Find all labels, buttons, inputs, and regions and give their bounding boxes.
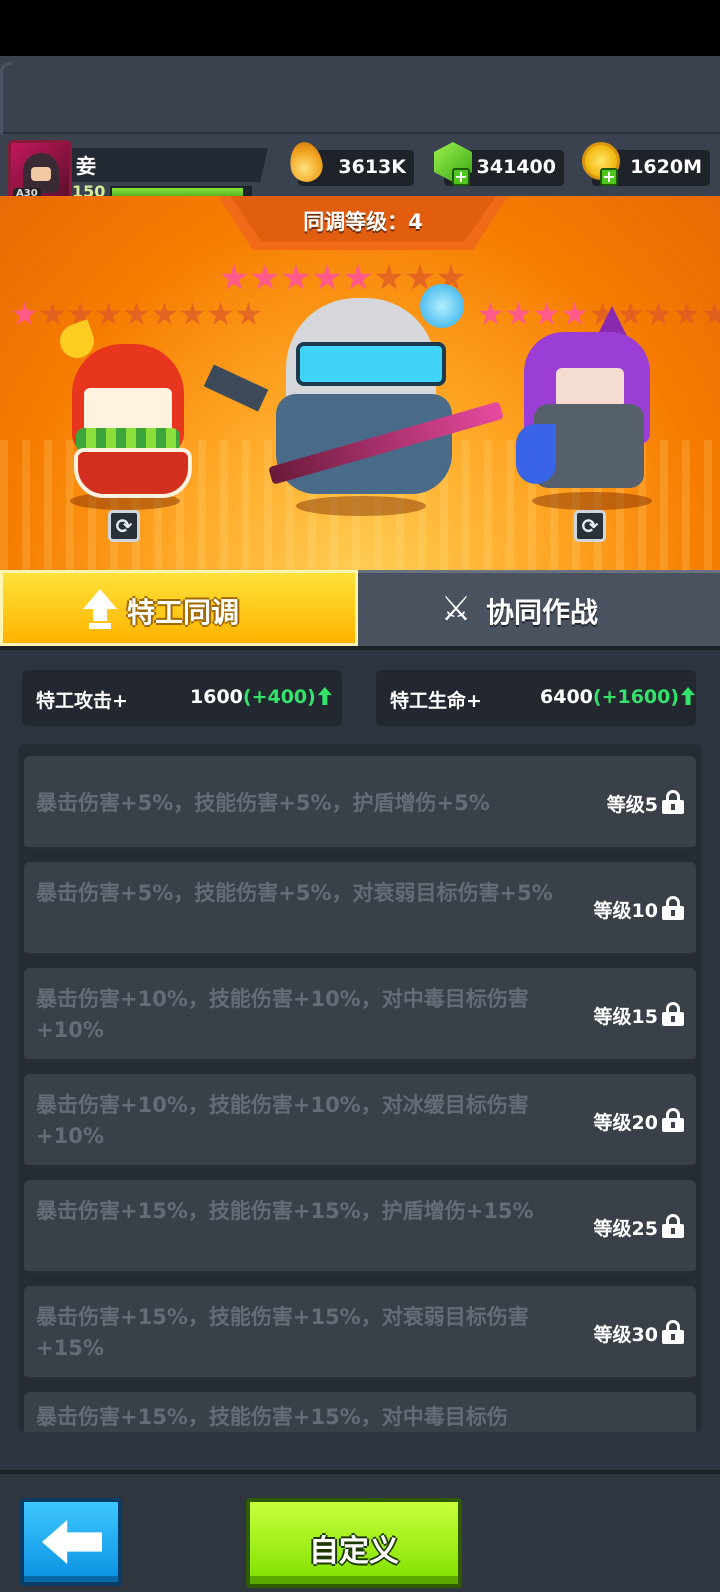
star-empty-icon bbox=[674, 302, 699, 325]
swap-left-hero-button[interactable]: ⟳ bbox=[108, 510, 140, 542]
bonus-row-level: 等级25 bbox=[593, 1218, 658, 1240]
bonus-row-text: 暴击伤害+10%，技能伤害+10%，对中毒目标伤害+10% bbox=[36, 987, 529, 1042]
tab-divider bbox=[0, 646, 720, 650]
avatar-face bbox=[31, 167, 51, 181]
back-button[interactable] bbox=[20, 1498, 122, 1586]
bonus-row: 暴击伤害+10%，技能伤害+10%，对冰缓目标伤害+10% 等级20 bbox=[24, 1074, 696, 1168]
tab-agent-sync-label: 特工同调 bbox=[127, 596, 240, 629]
top-band bbox=[0, 56, 720, 134]
upgrade-arrow-icon bbox=[83, 589, 117, 629]
lock-icon bbox=[662, 1320, 684, 1344]
bonus-row-level: 等级5 bbox=[606, 794, 658, 816]
lock-icon bbox=[662, 1002, 684, 1026]
player-name: 妾 bbox=[76, 154, 96, 178]
swap-icon: ⟳ bbox=[115, 514, 133, 538]
right-hero-shadow bbox=[532, 492, 652, 510]
stat-up-arrow-icon bbox=[681, 687, 696, 705]
crossed-swords-icon: ⚔ bbox=[440, 589, 472, 629]
tab-cooperative-battle[interactable]: ⚔ 协同作战 bbox=[358, 570, 720, 646]
footer-bar: 自定义 bbox=[0, 1470, 720, 1592]
bonus-row-text: 暴击伤害+15%，技能伤害+15%，对衰弱目标伤害+15% bbox=[36, 1305, 529, 1360]
resource-oil-value: 3613K bbox=[338, 156, 406, 178]
gun-icon bbox=[203, 364, 269, 412]
resource-oil[interactable]: 3613K bbox=[286, 139, 414, 186]
stat-health-label: 特工生命+ bbox=[390, 690, 482, 712]
lock-icon bbox=[662, 1108, 684, 1132]
name-bar bbox=[72, 148, 268, 182]
resource-gold-value: 1620M bbox=[630, 156, 702, 178]
bonus-row-text: 暴击伤害+15%，技能伤害+15%，护盾增伤+15% bbox=[36, 1199, 534, 1223]
stat-attack-bonus: (+400) bbox=[242, 686, 316, 708]
cape-icon bbox=[516, 424, 556, 484]
player-avatar[interactable]: A30 bbox=[8, 140, 72, 204]
sync-bonus-list[interactable]: 暴击伤害+5%，技能伤害+5%，护盾增伤+5% 等级5 暴击伤害+5%，技能伤害… bbox=[18, 744, 702, 1432]
stat-attack-label: 特工攻击+ bbox=[36, 690, 128, 712]
center-hero[interactable] bbox=[203, 284, 516, 524]
magic-orb-icon bbox=[420, 284, 464, 328]
tab-agent-sync[interactable]: 特工同调 bbox=[0, 570, 358, 646]
stat-attack-value: 1600 bbox=[190, 686, 243, 708]
visor-icon bbox=[296, 342, 446, 386]
bonus-row-level: 等级30 bbox=[593, 1324, 658, 1346]
center-hero-shadow bbox=[296, 496, 426, 516]
stat-health-value: 6400 bbox=[540, 686, 593, 708]
sync-level-label: 同调等级：4 bbox=[303, 210, 423, 234]
bonus-row-level: 等级15 bbox=[593, 1006, 658, 1028]
bonus-row: 暴击伤害+15%，技能伤害+15%，对衰弱目标伤害+15% 等级30 bbox=[24, 1286, 696, 1380]
bonus-row: 暴击伤害+5%，技能伤害+5%，护盾增伤+5% 等级5 bbox=[24, 756, 696, 850]
hero-banner: 同调等级：4 ⟳ ⟳ bbox=[0, 196, 720, 570]
bonus-row-text: 暴击伤害+5%，技能伤害+5%，护盾增伤+5% bbox=[36, 791, 490, 815]
stat-up-arrow-icon bbox=[317, 687, 332, 705]
bonus-row: 暴击伤害+15%，技能伤害+15%，护盾增伤+15% 等级25 bbox=[24, 1180, 696, 1274]
resource-gem-value: 341400 bbox=[476, 156, 556, 178]
customize-button[interactable]: 自定义 bbox=[246, 1498, 462, 1588]
back-arrow-icon bbox=[42, 1520, 102, 1564]
left-hero-dress bbox=[74, 448, 192, 498]
bonus-row-level: 等级20 bbox=[593, 1112, 658, 1134]
bonus-row-text: 暴击伤害+15%，技能伤害+15%，对中毒目标伤 bbox=[36, 1405, 508, 1429]
add-gem-icon[interactable]: + bbox=[452, 168, 470, 186]
star-empty-icon bbox=[702, 302, 720, 325]
resource-gold[interactable]: + 1620M bbox=[582, 142, 710, 186]
lock-icon bbox=[662, 896, 684, 920]
bonus-row-text: 暴击伤害+10%，技能伤害+10%，对冰缓目标伤害+10% bbox=[36, 1093, 529, 1148]
stat-health-bonus: (+1600) bbox=[592, 686, 680, 708]
tab-cooperative-battle-label: 协同作战 bbox=[486, 596, 599, 629]
swap-right-hero-button[interactable]: ⟳ bbox=[574, 510, 606, 542]
resource-gem[interactable]: + 341400 bbox=[434, 142, 564, 186]
stat-health: 特工生命+ 6400(+1600) bbox=[376, 670, 696, 726]
stat-attack: 特工攻击+ 1600(+400) bbox=[22, 670, 342, 726]
bonus-row-text: 暴击伤害+5%，技能伤害+5%，对衰弱目标伤害+5% bbox=[36, 881, 553, 905]
lock-icon bbox=[662, 1214, 684, 1238]
stat-attack-value-group: 1600(+400) bbox=[190, 686, 332, 708]
stat-health-value-group: 6400(+1600) bbox=[540, 686, 696, 708]
customize-button-label: 自定义 bbox=[309, 1534, 399, 1569]
status-bar bbox=[0, 0, 720, 56]
right-hero[interactable] bbox=[516, 304, 666, 514]
bonus-row: 暴击伤害+5%，技能伤害+5%，对衰弱目标伤害+5% 等级10 bbox=[24, 862, 696, 956]
left-hero[interactable] bbox=[30, 319, 200, 514]
oil-drop-icon bbox=[286, 139, 326, 185]
bonus-row: 暴击伤害+10%，技能伤害+10%，对中毒目标伤害+10% 等级15 bbox=[24, 968, 696, 1062]
swap-icon: ⟳ bbox=[581, 514, 599, 538]
lock-icon bbox=[662, 790, 684, 814]
bonus-row-level: 等级10 bbox=[593, 900, 658, 922]
bonus-row: 暴击伤害+15%，技能伤害+15%，对中毒目标伤 bbox=[24, 1392, 696, 1432]
add-gold-icon[interactable]: + bbox=[600, 168, 618, 186]
right-hero-face bbox=[556, 368, 624, 408]
